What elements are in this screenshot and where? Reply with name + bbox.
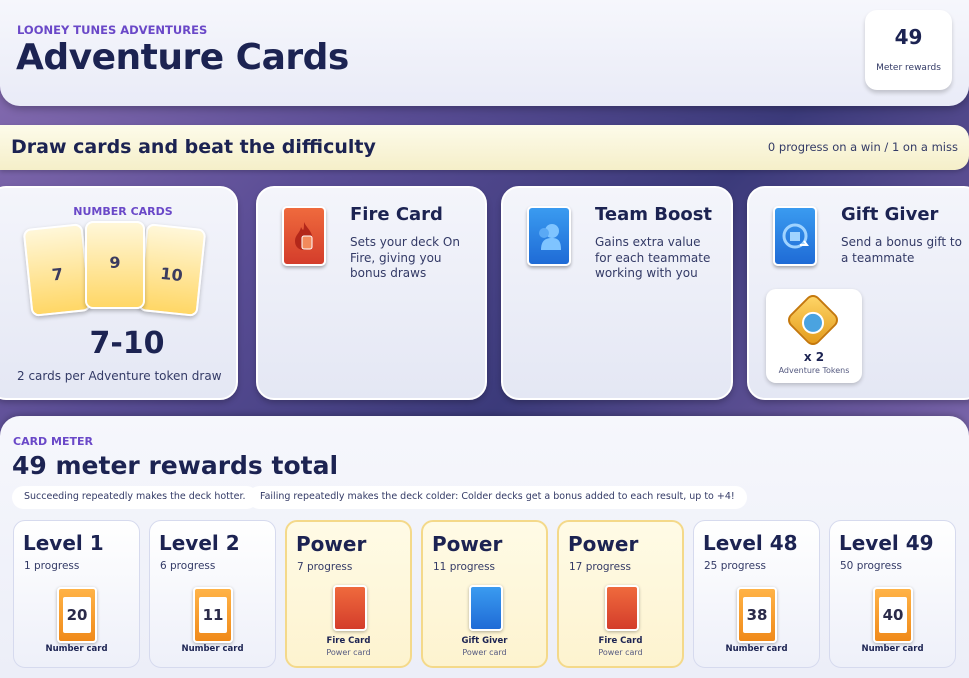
fire-icon [333,585,367,631]
banner-title: Draw cards and beat the difficulty [11,136,376,158]
header-panel: LOONEY TUNES ADVENTURES Adventure Cards … [0,0,969,106]
level-name: Level 2 [159,531,240,555]
game-eyebrow: LOONEY TUNES ADVENTURES [17,23,208,37]
reward-subtype: Power card [598,648,643,657]
gift-icon [773,206,817,266]
level-tile-power[interactable]: Power 7 progress Fire Card Power card [285,520,412,668]
gift-icon [469,585,503,631]
reward-type: Fire Card [326,636,371,646]
meter-rewards-label: Meter rewards [876,63,941,73]
hint-hot: Succeeding repeatedly makes the deck hot… [12,486,258,509]
reward-type: Number card [45,644,108,654]
number-card-preview: 9 [85,221,145,309]
level-name: Power [568,532,639,556]
fire-icon [605,585,639,631]
reward-type: Number card [725,644,788,654]
number-cards-note: 2 cards per Adventure token draw [17,369,222,383]
level-name: Level 1 [23,531,104,555]
level-progress: 6 progress [160,560,216,572]
level-tile[interactable]: Level 49 50 progress 40 Number card [829,520,956,668]
power-title: Gift Giver [841,204,939,225]
number-cards-title: NUMBER CARDS [73,205,173,218]
level-progress: 17 progress [569,561,632,573]
reward-type: Gift Giver [461,636,508,646]
teammate-icon [527,206,571,266]
level-progress: 7 progress [297,561,353,573]
adventure-token-icon [784,291,842,349]
level-progress: 25 progress [704,560,767,572]
power-card-fire[interactable]: Fire Card Sets your deck On Fire, giving… [256,186,487,400]
number-card-icon: 38 [737,587,777,643]
level-tile[interactable]: Level 48 25 progress 38 Number card [693,520,820,668]
number-card-icon: 20 [57,587,97,643]
level-name: Level 48 [703,531,798,555]
reward-subtype: Power card [462,648,507,657]
level-name: Power [432,532,503,556]
card-meter-panel: CARD METER 49 meter rewards total Succee… [0,416,969,678]
meter-rewards-badge: 49 Meter rewards [865,10,952,90]
adventure-token-reward: x 2 Adventure Tokens [766,289,862,383]
reward-type: Number card [181,644,244,654]
reward-type: Fire Card [598,636,643,646]
level-tile[interactable]: Level 1 1 progress 20 Number card [13,520,140,668]
card-meter-eyebrow: CARD METER [13,435,93,448]
number-card-preview: 7 [22,223,92,317]
number-card-icon: 11 [193,587,233,643]
banner-note: 0 progress on a win / 1 on a miss [767,140,958,154]
power-title: Team Boost [595,204,713,225]
level-progress: 11 progress [433,561,496,573]
number-range: 7-10 [89,326,165,361]
level-tile[interactable]: Level 2 6 progress 11 Number card [149,520,276,668]
level-tile-power[interactable]: Power 11 progress Gift Giver Power card [421,520,548,668]
level-progress: 50 progress [840,560,903,572]
token-quantity: x 2 [803,350,825,364]
meter-rewards-count: 49 [894,25,923,49]
power-description: Gains extra value for each teammate work… [595,235,711,280]
hint-cold: Failing repeatedly makes the deck colder… [248,486,747,509]
reward-type: Number card [861,644,924,654]
number-cards-panel[interactable]: NUMBER CARDS 7 10 9 7-10 2 cards per Adv… [0,186,238,400]
power-card-gift-giver[interactable]: Gift Giver Send a bonus gift to a teamma… [747,186,969,400]
token-label: Adventure Tokens [778,366,850,375]
number-card-icon: 40 [873,587,913,643]
power-title: Fire Card [350,204,443,225]
power-card-team-boost[interactable]: Team Boost Gains extra value for each te… [501,186,733,400]
level-tile-power[interactable]: Power 17 progress Fire Card Power card [557,520,684,668]
power-description: Send a bonus gift to a teammate [841,235,962,265]
level-name: Power [296,532,367,556]
fire-icon [282,206,326,266]
number-card-preview: 10 [137,223,207,317]
level-name: Level 49 [839,531,934,555]
reward-subtype: Power card [326,648,371,657]
power-description: Sets your deck On Fire, giving you bonus… [350,235,460,280]
card-meter-title: 49 meter rewards total [12,451,339,480]
page-title: Adventure Cards [16,37,349,78]
level-progress: 1 progress [24,560,80,572]
instructions-banner: Draw cards and beat the difficulty 0 pro… [0,125,969,170]
